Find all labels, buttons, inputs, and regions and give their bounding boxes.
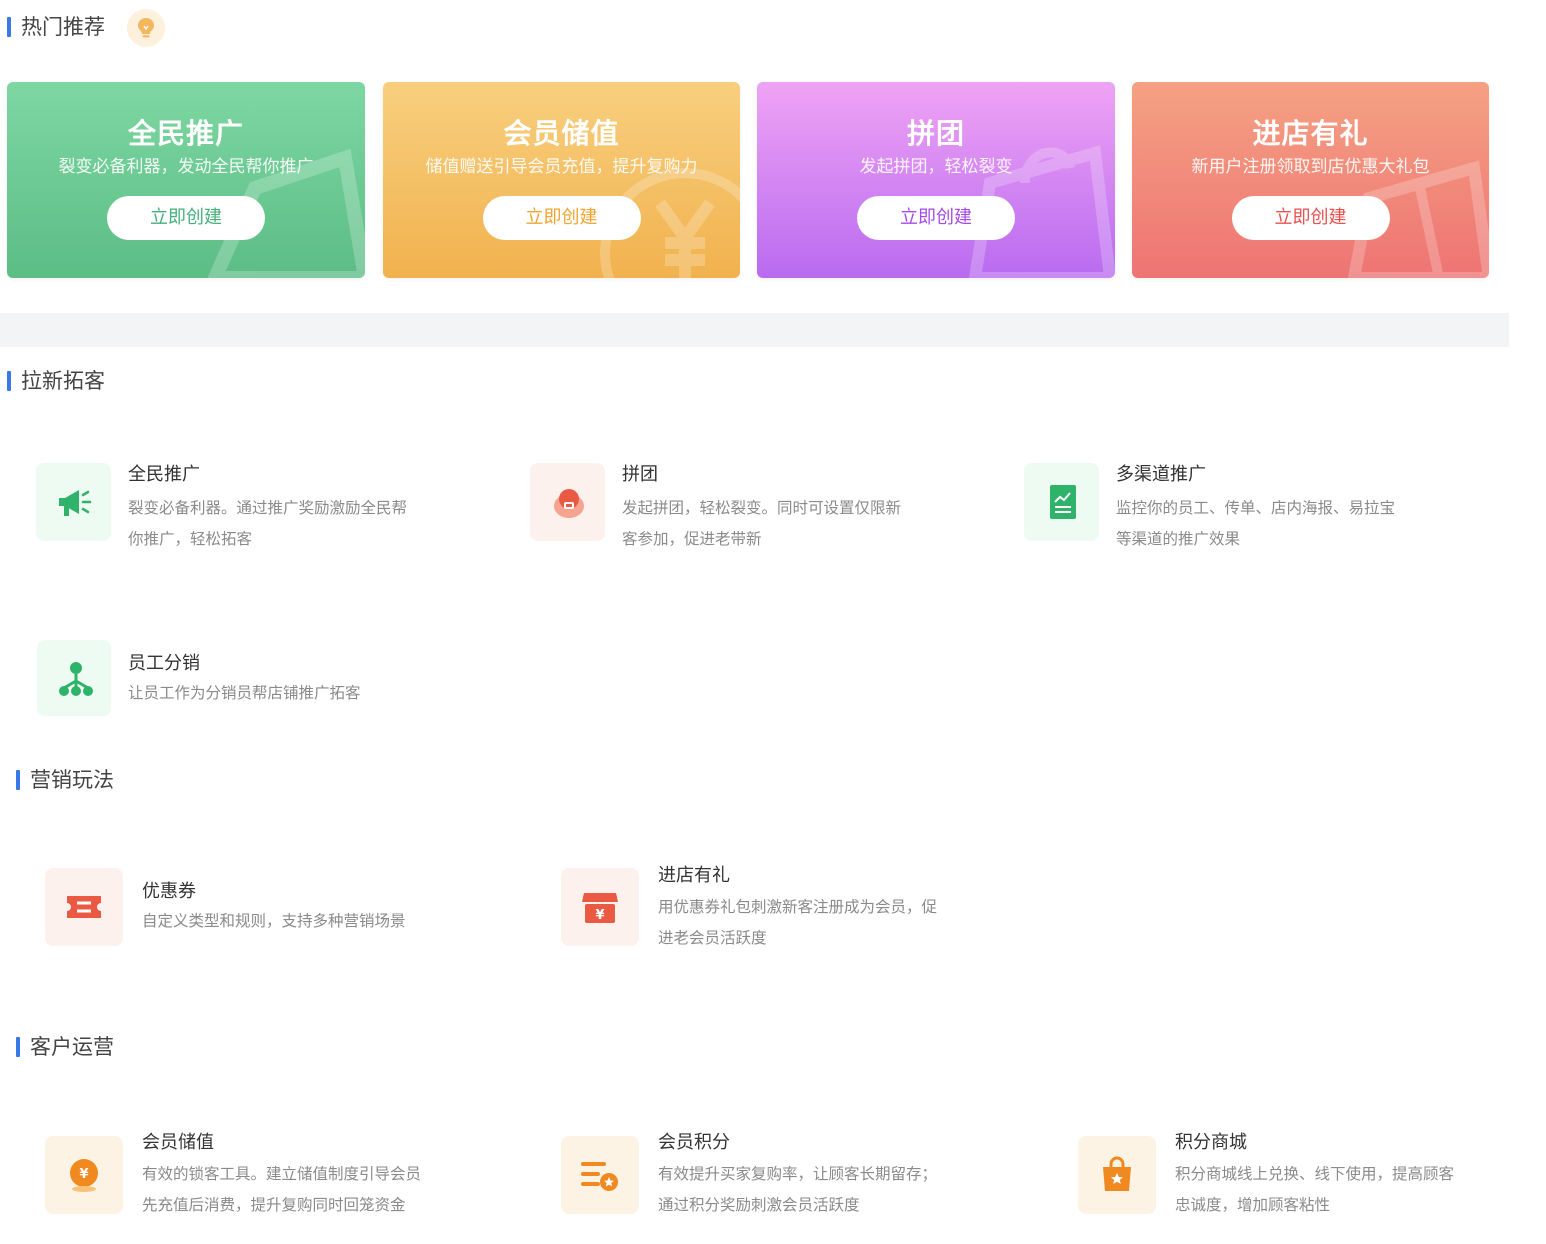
feature-member-points[interactable]: 会员积分 有效提升买家复购率，让顾客长期留存； 通过积分奖励刺激会员活跃度 (561, 1131, 1041, 1217)
svg-text:¥: ¥ (595, 908, 604, 923)
feature-title: 拼团 (622, 464, 658, 485)
feature-points-mall[interactable]: 积分商城 积分商城线上兑换、线下使用，提高顾客 忠诚度，增加顾客粘性 (1078, 1131, 1518, 1217)
create-now-button[interactable]: 立即创建 (482, 196, 641, 240)
store-gift-icon: ¥ (561, 868, 639, 946)
feature-desc: 有效的锁客工具。建立储值制度引导会员 先充值后消费，提升复购同时回笼资金 (142, 1165, 422, 1214)
hot-card-stored-value[interactable]: 会员储值 储值赠送引导会员充值，提升复购力 立即创建 (383, 82, 740, 278)
section-title-customer: 客户运营 (16, 1035, 114, 1059)
feature-desc: 监控你的员工、传单、店内海报、易拉宝 等渠道的推广效果 (1116, 499, 1396, 548)
create-now-button[interactable]: 立即创建 (107, 196, 265, 240)
hot-card-title: 会员储值 (503, 117, 620, 150)
svg-text:¥: ¥ (79, 1167, 88, 1182)
feature-desc: 裂变必备利器。通过推广奖励激励全民帮 你推广，轻松拓客 (128, 499, 408, 548)
coin-icon: ¥ (45, 1136, 123, 1214)
hot-card-desc: 新用户注册领取到店优惠大礼包 (1191, 157, 1430, 177)
ticket-icon (45, 868, 123, 946)
hot-card-desc: 发起拼团，轻松裂变 (859, 157, 1013, 177)
feature-coupon[interactable]: 优惠券 自定义类型和规则，支持多种营销场景 (45, 868, 525, 948)
hot-card-promotion[interactable]: 全民推广 裂变必备利器，发动全民帮你推广 立即创建 (7, 82, 365, 278)
feature-staff-distribution[interactable]: 员工分销 让员工作为分销员帮店铺推广拓客 (37, 640, 497, 718)
hot-card-title: 拼团 (906, 117, 965, 150)
org-tree-icon (37, 640, 111, 716)
section-title-acquisition: 拉新拓客 (7, 369, 105, 393)
feature-title: 进店有礼 (658, 865, 730, 886)
feature-group-buy[interactable]: 拼团 发起拼团，轻松裂变。同时可设置仅限新 客参加，促进老带新 (530, 463, 990, 548)
hot-card-title: 全民推广 (127, 117, 244, 150)
hot-card-desc: 裂变必备利器，发动全民帮你推广 (58, 157, 314, 177)
hot-card-store-gift[interactable]: 进店有礼 新用户注册领取到店优惠大礼包 立即创建 (1132, 82, 1489, 278)
feature-title: 多渠道推广 (1116, 464, 1206, 485)
feature-member-stored-value[interactable]: ¥ 会员储值 有效的锁客工具。建立储值制度引导会员 先充值后消费，提升复购同时回… (45, 1131, 525, 1217)
feature-desc: 积分商城线上兑换、线下使用，提高顾客 忠诚度，增加顾客粘性 (1175, 1165, 1455, 1214)
chart-doc-icon (1024, 463, 1099, 541)
create-now-button[interactable]: 立即创建 (857, 196, 1015, 240)
points-list-icon (561, 1136, 639, 1214)
feature-title: 会员储值 (142, 1132, 214, 1153)
feature-title: 会员积分 (658, 1132, 730, 1153)
section-title-marketing: 营销玩法 (16, 768, 114, 792)
create-now-button[interactable]: 立即创建 (1231, 196, 1390, 240)
feature-store-gift[interactable]: ¥ 进店有礼 用优惠券礼包刺激新客注册成为会员，促 进老会员活跃度 (561, 864, 1041, 950)
feature-desc: 让员工作为分销员帮店铺推广拓客 (128, 684, 361, 702)
feature-title: 全民推广 (128, 464, 200, 485)
hot-card-group-buy[interactable]: 拼团 发起拼团，轻松裂变 立即创建 (757, 82, 1115, 278)
feature-desc: 用优惠券礼包刺激新客注册成为会员，促 进老会员活跃度 (658, 898, 938, 947)
hot-card-title: 进店有礼 (1252, 117, 1369, 150)
lightbulb-icon (127, 9, 165, 47)
feature-title: 优惠券 (142, 881, 196, 902)
hot-card-desc: 储值赠送引导会员充值，提升复购力 (425, 157, 698, 177)
feature-title: 积分商城 (1175, 1132, 1247, 1153)
feature-title: 员工分销 (128, 653, 200, 674)
shopping-bag-icon (1078, 1136, 1156, 1214)
feature-desc: 有效提升买家复购率，让顾客长期留存； 通过积分奖励刺激会员活跃度 (658, 1165, 938, 1214)
feature-promotion[interactable]: 全民推广 裂变必备利器。通过推广奖励激励全民帮 你推广，轻松拓客 (36, 463, 496, 548)
group-buy-icon (530, 463, 605, 541)
megaphone-icon (36, 463, 111, 541)
feature-desc: 自定义类型和规则，支持多种营销场景 (142, 912, 406, 930)
feature-multi-channel[interactable]: 多渠道推广 监控你的员工、传单、店内海报、易拉宝 等渠道的推广效果 (1024, 463, 1484, 548)
section-divider (0, 313, 1509, 347)
feature-desc: 发起拼团，轻松裂变。同时可设置仅限新 客参加，促进老带新 (622, 499, 902, 548)
section-title-hot: 热门推荐 (7, 15, 105, 39)
